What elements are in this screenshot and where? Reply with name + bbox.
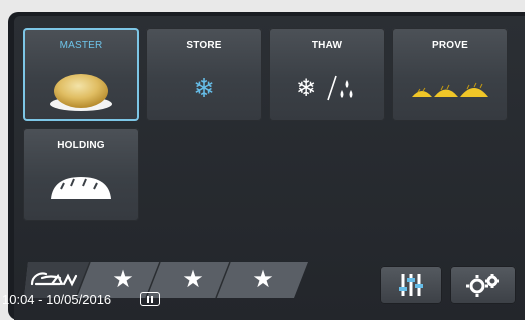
star-icon: ★ [112,265,134,293]
star-icon: ★ [182,265,204,293]
tile-label: THAW [311,40,343,51]
snowflake-thaw-icon: ❄ [269,60,385,116]
tile-label: STORE [186,40,222,51]
pause-icon[interactable] [140,292,160,306]
datetime-label: 10:04 - 10/05/2016 [2,291,112,307]
bread-roll-icon [23,60,139,116]
favorite-tab-2[interactable]: ★ [160,260,226,298]
mode-tile-holding[interactable]: HOLDING [23,128,139,221]
svg-text:❄: ❄ [296,74,316,102]
mode-tile-master[interactable]: MASTER [23,28,139,121]
tile-label: PROVE [431,40,468,51]
mode-tile-store[interactable]: STORE ❄ [146,28,262,121]
tile-label: HOLDING [57,140,105,151]
system-settings-button[interactable] [450,266,516,304]
gears-icon [466,274,499,297]
mode-tile-thaw[interactable]: THAW ❄ [269,28,385,121]
adjust-settings-button[interactable] [380,266,442,304]
tile-label: MASTER [59,40,103,51]
rising-loaves-icon [392,60,508,116]
star-icon: ★ [252,265,274,293]
snowflake-icon: ❄ [193,73,215,103]
mode-tile-prove[interactable]: PROVE [392,28,508,121]
touch-screen: MASTER STORE ❄ THAW ❄ PROVE HOLDING ★ ★ … [14,16,525,320]
bread-loaf-icon [23,160,139,216]
sliders-icon [399,274,423,296]
favorite-tab-3[interactable]: ★ [230,260,296,298]
